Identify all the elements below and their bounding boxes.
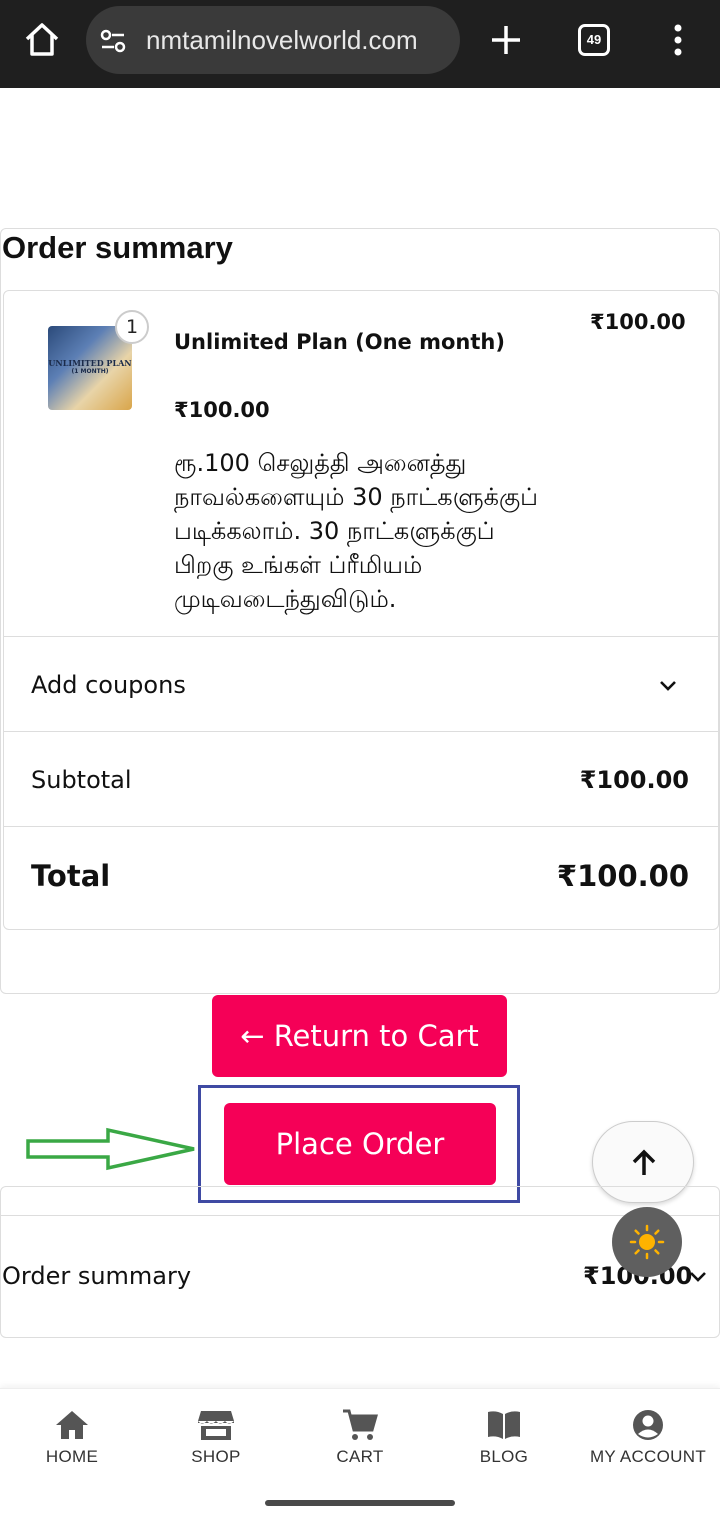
bottom-navigation: HOME SHOP CART BLOG MY ACCOUNT (0, 1388, 720, 1527)
nav-home[interactable]: HOME (0, 1409, 144, 1467)
product-line-total: ₹100.00 (590, 310, 686, 334)
tabs-icon[interactable]: 49 (578, 24, 610, 56)
browser-toolbar: nmtamilnovelworld.com 49 (0, 0, 720, 88)
chevron-down-icon[interactable] (686, 1264, 710, 1288)
add-coupons-label[interactable]: Add coupons (31, 671, 186, 699)
subtotal-row: Subtotal ₹100.00 (3, 731, 719, 826)
new-tab-icon[interactable] (488, 22, 524, 58)
address-bar[interactable]: nmtamilnovelworld.com (86, 6, 460, 74)
thumbnail-subtitle: (1 MONTH) (71, 368, 109, 375)
nav-shop[interactable]: SHOP (144, 1409, 288, 1467)
product-name: Unlimited Plan (One month) (174, 330, 505, 354)
shop-icon (198, 1411, 234, 1440)
nav-blog-label[interactable]: BLOG (432, 1447, 576, 1467)
menu-icon[interactable] (668, 20, 688, 60)
total-label: Total (31, 859, 111, 893)
nav-home-label[interactable]: HOME (0, 1447, 144, 1467)
nav-cart-label[interactable]: CART (288, 1447, 432, 1467)
total-row: Total ₹100.00 (3, 826, 719, 926)
place-order-button[interactable]: Place Order (224, 1103, 496, 1185)
account-icon (633, 1410, 663, 1440)
home-icon (56, 1411, 88, 1439)
home-icon[interactable] (22, 20, 62, 60)
subtotal-label: Subtotal (31, 766, 132, 794)
theme-toggle-button[interactable] (612, 1207, 682, 1277)
nav-my-account[interactable]: MY ACCOUNT (576, 1409, 720, 1467)
book-icon (488, 1411, 520, 1439)
sun-icon (629, 1224, 665, 1260)
product-price: ₹100.00 (174, 398, 270, 422)
annotation-arrow-icon (26, 1127, 195, 1171)
quantity-badge: 1 (115, 310, 149, 344)
gesture-bar (265, 1500, 455, 1506)
url-text[interactable]: nmtamilnovelworld.com (146, 6, 446, 74)
cart-icon (343, 1409, 378, 1440)
nav-my-account-label[interactable]: MY ACCOUNT (576, 1447, 720, 1467)
arrow-up-icon (632, 1149, 656, 1175)
add-coupons-row[interactable]: Add coupons (3, 636, 719, 731)
total-value: ₹100.00 (556, 859, 689, 893)
site-settings-icon[interactable] (98, 26, 128, 56)
nav-cart[interactable]: CART (288, 1409, 432, 1467)
chevron-down-icon[interactable] (656, 673, 680, 697)
divider (1, 1215, 719, 1216)
nav-blog[interactable]: BLOG (432, 1409, 576, 1467)
collapsed-summary-title[interactable]: Order summary (2, 1262, 191, 1290)
nav-shop-label[interactable]: SHOP (144, 1447, 288, 1467)
return-to-cart-button[interactable]: ← Return to Cart (212, 995, 507, 1077)
order-summary-title: Order summary (2, 230, 233, 265)
product-description: ரூ.100 செலுத்தி அனைத்து நாவல்களையும் 30 … (174, 449, 538, 613)
thumbnail-title: UNLIMITED PLAN (48, 358, 132, 368)
subtotal-value: ₹100.00 (579, 766, 689, 794)
